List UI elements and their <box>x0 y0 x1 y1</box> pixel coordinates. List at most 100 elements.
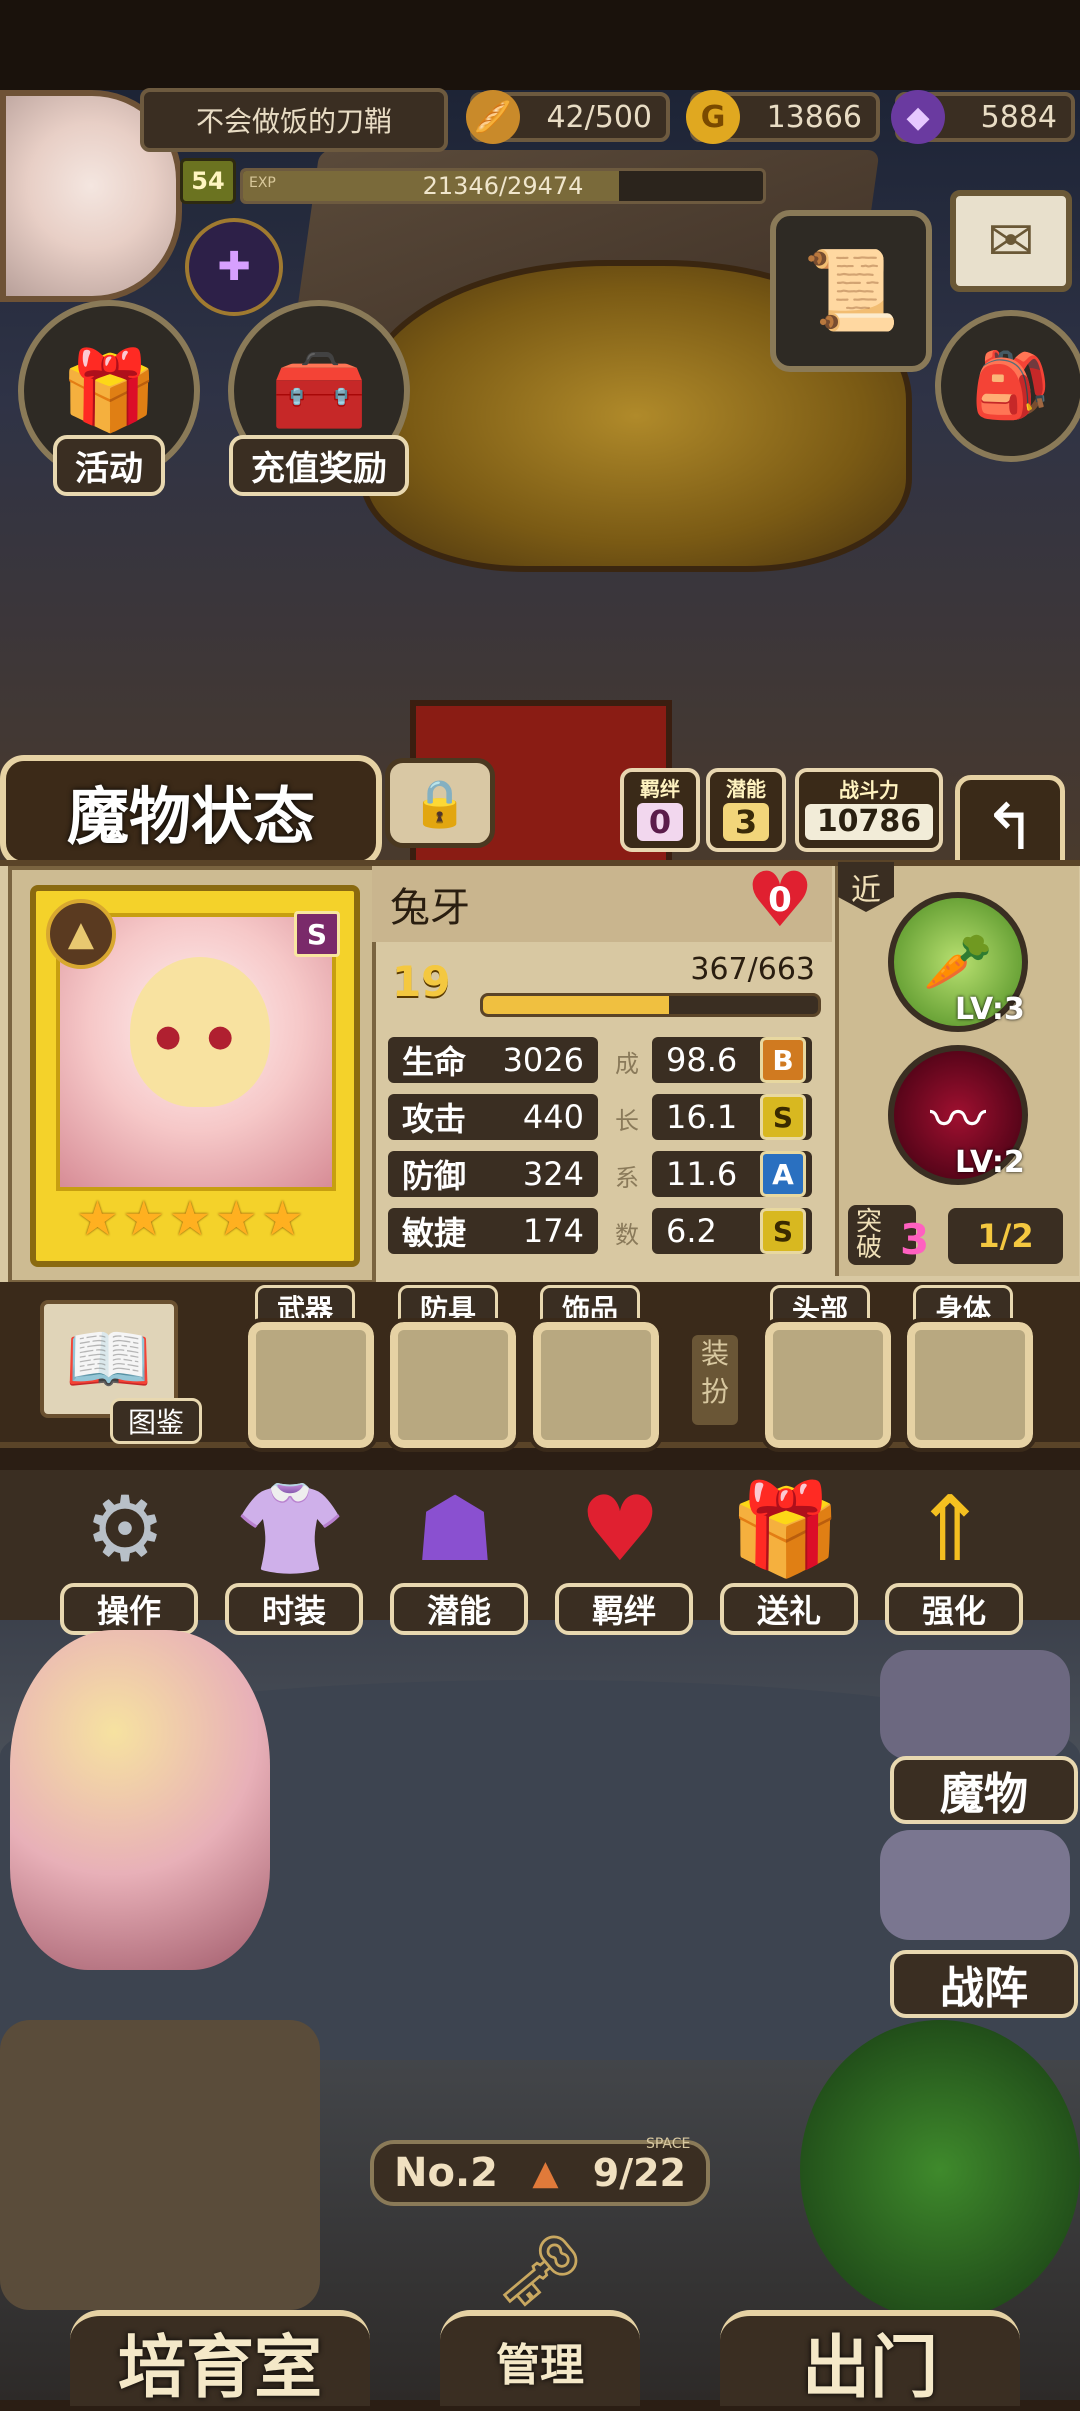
operate-label: 操作 <box>60 1583 198 1635</box>
monster-group-art <box>880 1650 1070 1760</box>
enhance-button[interactable]: ⇑ 强化 <box>885 1475 1023 1635</box>
gem-counter[interactable]: ◆ 5884 <box>891 90 1075 144</box>
player-level: 54 <box>180 158 236 204</box>
gear-icon: ⚙ <box>84 1477 166 1582</box>
recharge-reward-button[interactable]: 🧰 充值奖励 <box>228 300 410 496</box>
gold-value: 13866 <box>766 99 862 135</box>
stamina-counter[interactable]: 🥖 42/500 <box>466 90 670 144</box>
breakthrough-progress[interactable]: 1/2 <box>948 1208 1063 1264</box>
storage-prefix: No. <box>394 2150 471 2196</box>
costume-button[interactable]: 👚 时装 <box>225 1475 363 1635</box>
stamina-value: 42/500 <box>546 99 652 135</box>
equip-slot-body[interactable] <box>903 1318 1037 1452</box>
growth-row-defense: 11.6 A <box>652 1151 812 1197</box>
gold-counter[interactable]: G 13866 <box>686 90 880 144</box>
combat-power-value: 10786 <box>804 804 934 840</box>
growth-value: 11.6 <box>666 1155 738 1193</box>
costume-label: 时装 <box>225 1583 363 1635</box>
potential-button[interactable]: ☗ 潜能 <box>390 1475 528 1635</box>
potential-value: 3 <box>722 802 770 842</box>
treasure-chest-icon: 🧰 <box>270 346 368 436</box>
potential-label: 潜能 <box>726 776 766 801</box>
stat-row-hp: 生命 3026 <box>388 1037 598 1083</box>
combat-power-badge: 战斗力 10786 <box>795 768 943 852</box>
monster-eyes: ●● <box>155 1019 260 1054</box>
stat-row-agility: 敏捷 174 <box>388 1208 598 1254</box>
stat-label: 攻击 <box>402 1100 467 1138</box>
potential-label-btn: 潜能 <box>390 1583 528 1635</box>
growth-row-attack: 16.1 S <box>652 1094 812 1140</box>
hearts-icon: ♥ <box>579 1477 661 1582</box>
stat-value: 3026 <box>502 1041 584 1079</box>
backpack-button[interactable]: 🎒 <box>935 310 1080 462</box>
star-rating: ★ ★ ★ ★ ★ <box>76 1191 304 1247</box>
monster-button[interactable]: 魔物 <box>890 1756 1078 1824</box>
bond-value: 0 <box>636 802 684 842</box>
stat-value: 440 <box>522 1098 584 1136</box>
mountain-type-icon: ▲ <box>46 899 116 969</box>
breakthrough-text: 突破 <box>856 1207 883 1263</box>
equip-slot-armor[interactable] <box>386 1318 520 1452</box>
grade-badge: B <box>760 1037 806 1083</box>
gold-coin-icon: G <box>686 90 740 144</box>
tree-art <box>800 2020 1080 2320</box>
manage-button[interactable]: 管理 <box>440 2310 640 2406</box>
storage-capacity: 9/22 <box>592 2151 686 2195</box>
dress-icon: 👚 <box>233 1477 347 1582</box>
skill-level: LV:3 <box>955 992 1025 1027</box>
monster-exp-text: 367/663 <box>690 952 815 987</box>
go-out-button[interactable]: 出门 <box>720 2310 1020 2408</box>
codex-label: 图鉴 <box>110 1398 202 1444</box>
gem-icon: ◆ <box>891 90 945 144</box>
equip-slot-accessory[interactable] <box>529 1318 663 1452</box>
formation-button[interactable]: 战阵 <box>890 1950 1078 2018</box>
grade-badge: S <box>760 1094 806 1140</box>
operate-button[interactable]: ⚙ 操作 <box>60 1475 198 1635</box>
codex-button[interactable]: 📖 图鉴 <box>40 1300 202 1444</box>
star-icon: ★ <box>214 1191 258 1247</box>
event-button[interactable]: 🎁 活动 <box>18 300 200 496</box>
monster-card[interactable]: ●● ▲ S ★ ★ ★ ★ ★ <box>30 885 360 1267</box>
equip-slot-weapon[interactable] <box>244 1318 378 1452</box>
mail-button[interactable]: ✉ <box>950 190 1072 292</box>
stat-label: 防御 <box>402 1157 467 1195</box>
equip-slot-head[interactable] <box>761 1318 895 1452</box>
event-label: 活动 <box>53 435 165 496</box>
growth-value: 16.1 <box>666 1098 738 1136</box>
grade-badge: A <box>760 1151 806 1197</box>
star-icon: ★ <box>260 1191 304 1247</box>
growth-value: 6.2 <box>666 1212 717 1250</box>
backpack-icon: 🎒 <box>971 349 1051 423</box>
growth-char: 成 <box>615 1050 639 1078</box>
buy-gem-plus-icon[interactable]: ✚ <box>185 218 283 316</box>
keys-icon: 🗝 <box>495 2230 585 2312</box>
nursery-eggs-art <box>0 2020 320 2310</box>
growth-row-hp: 98.6 B <box>652 1037 812 1083</box>
nursery-button[interactable]: 培育室 <box>70 2310 370 2408</box>
stat-row-defense: 防御 324 <box>388 1151 598 1197</box>
quest-scroll-button[interactable]: 📜 <box>770 210 932 372</box>
gift-icon: 🎁 <box>728 1477 842 1582</box>
rank-badge: S <box>294 911 340 957</box>
stat-label: 生命 <box>402 1043 467 1081</box>
player-exp-text: 21346/29474 <box>422 172 584 200</box>
monster-exp-bar <box>480 993 821 1017</box>
player-name: 不会做饭的刀鞘 <box>140 88 448 152</box>
grade-badge: S <box>760 1208 806 1254</box>
bond-button[interactable]: ♥ 羁绊 <box>555 1475 693 1635</box>
enhance-label: 强化 <box>885 1583 1023 1635</box>
gift-button[interactable]: 🎁 送礼 <box>720 1475 858 1635</box>
monster-chibi-sprite <box>10 1630 270 1970</box>
lock-button[interactable]: 🔒 <box>385 758 495 848</box>
monster-exp-fill <box>483 996 669 1014</box>
shadow-demon-icon: ☗ <box>414 1477 496 1582</box>
bond-label-btn: 羁绊 <box>555 1583 693 1635</box>
recharge-label: 充值奖励 <box>229 435 409 496</box>
return-arrow-icon: ↰ <box>983 790 1037 865</box>
top-strip <box>0 0 1080 90</box>
growth-char: 长 <box>615 1107 639 1135</box>
padlock-icon: 🔒 <box>411 775 469 830</box>
stat-row-attack: 攻击 440 <box>388 1094 598 1140</box>
mountain-icon: ▲ <box>532 2153 559 2193</box>
gem-value: 5884 <box>980 99 1057 135</box>
